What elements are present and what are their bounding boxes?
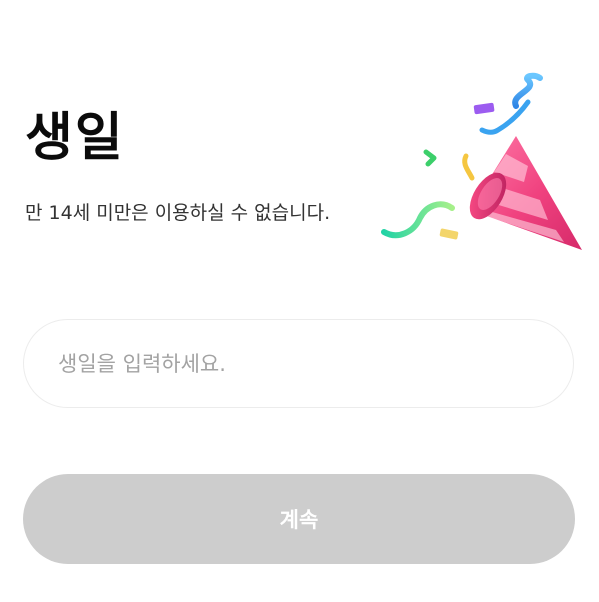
party-popper-icon [381, 72, 582, 250]
age-restriction-notice: 만 14세 미만은 이용하실 수 없습니다. [25, 202, 331, 224]
continue-button[interactable]: 계속 [23, 474, 575, 564]
page-title: 생일 [25, 108, 125, 168]
birthday-input[interactable] [23, 319, 574, 408]
